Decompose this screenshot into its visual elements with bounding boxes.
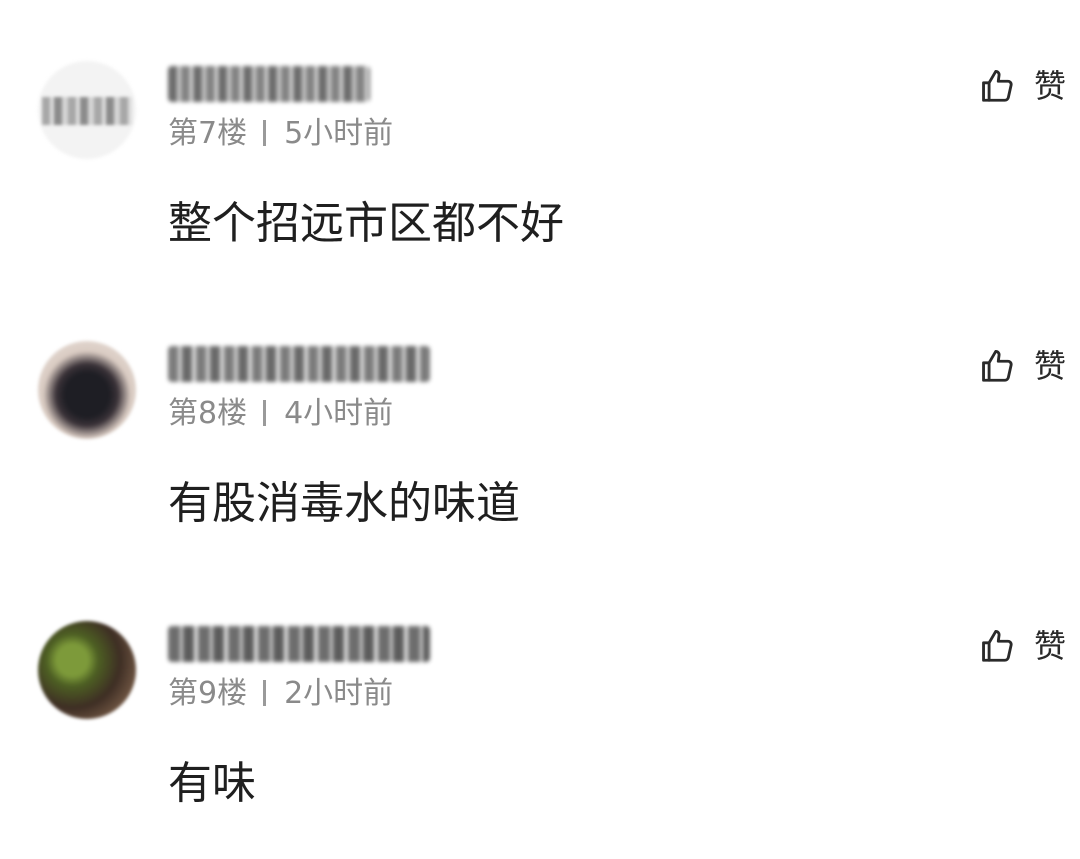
like-button[interactable]: 赞 xyxy=(978,624,1066,668)
avatar[interactable] xyxy=(38,61,136,159)
comment-text: 有味 xyxy=(168,758,256,809)
floor-number: 第7楼 xyxy=(168,116,248,151)
like-label: 赞 xyxy=(1033,347,1066,385)
like-label: 赞 xyxy=(1033,627,1066,665)
like-button[interactable]: 赞 xyxy=(978,344,1066,388)
floor-number: 第8楼 xyxy=(168,396,248,431)
meta-divider xyxy=(263,399,267,426)
avatar[interactable] xyxy=(38,621,136,719)
comment-meta: 第7楼 5小时前 xyxy=(168,114,393,154)
comment-time: 4小时前 xyxy=(284,396,394,431)
username-redacted[interactable] xyxy=(168,66,370,102)
thumbs-up-icon xyxy=(982,350,1013,382)
comment-list: 第7楼 5小时前 整个招远市区都不好 赞 第8楼 4小时前 有股消毒水的味道 赞 xyxy=(0,0,1080,859)
like-button[interactable]: 赞 xyxy=(978,64,1066,108)
comment-text: 有股消毒水的味道 xyxy=(168,478,520,529)
username-redacted[interactable] xyxy=(168,626,430,662)
comment-item: 第9楼 2小时前 有味 赞 xyxy=(0,618,1080,859)
comment-time: 5小时前 xyxy=(284,116,394,151)
comment-meta: 第8楼 4小时前 xyxy=(168,394,393,434)
thumbs-up-icon xyxy=(982,70,1013,102)
comment-text: 整个招远市区都不好 xyxy=(168,198,564,249)
comment-item: 第7楼 5小时前 整个招远市区都不好 赞 xyxy=(0,58,1080,328)
floor-number: 第9楼 xyxy=(168,676,248,711)
like-label: 赞 xyxy=(1033,67,1066,105)
avatar[interactable] xyxy=(38,341,136,439)
thumbs-up-icon xyxy=(982,630,1013,662)
username-redacted[interactable] xyxy=(168,346,430,382)
comment-meta: 第9楼 2小时前 xyxy=(168,674,393,714)
comment-item: 第8楼 4小时前 有股消毒水的味道 赞 xyxy=(0,338,1080,608)
meta-divider xyxy=(263,119,267,146)
comment-time: 2小时前 xyxy=(284,676,394,711)
meta-divider xyxy=(263,679,267,706)
